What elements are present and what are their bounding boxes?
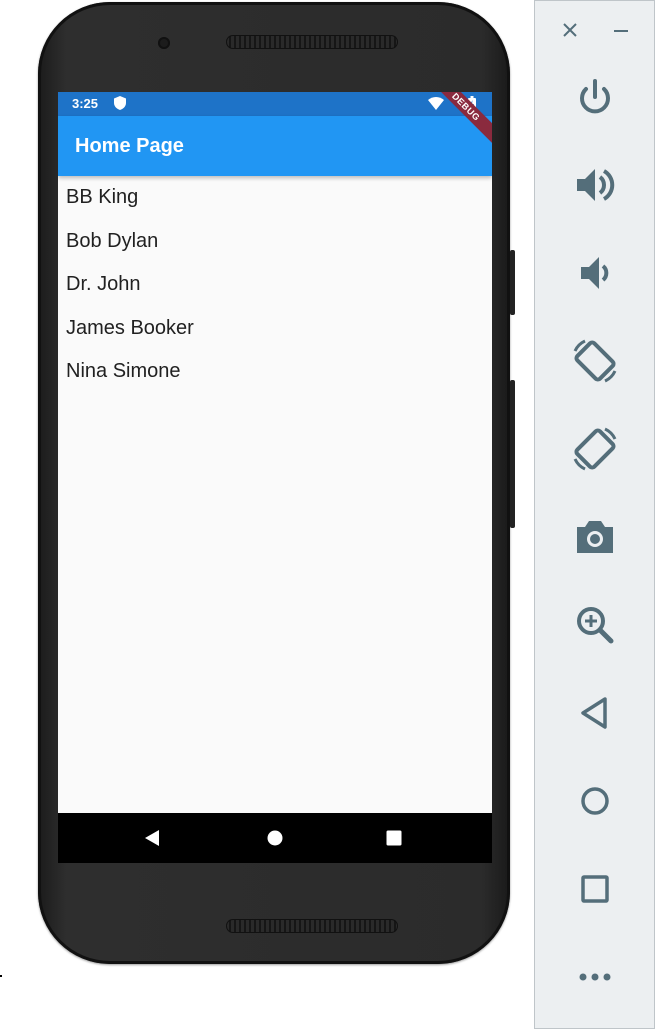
- list-item[interactable]: Dr. John: [58, 263, 492, 307]
- front-camera: [158, 37, 170, 49]
- rotate-left-icon[interactable]: [571, 337, 619, 385]
- stray-mark: [0, 975, 2, 977]
- page-title: Home Page: [75, 135, 184, 157]
- shield-icon: [114, 96, 126, 115]
- more-icon[interactable]: [571, 953, 619, 1001]
- nav-back-icon[interactable]: [144, 829, 160, 852]
- phone-power-key: [510, 250, 515, 315]
- back-icon[interactable]: [571, 689, 619, 737]
- top-speaker-grille: [226, 35, 398, 49]
- status-time: 3:25: [72, 96, 99, 111]
- artist-list: BB King Bob Dylan Dr. John James Booker …: [58, 176, 492, 394]
- home-icon[interactable]: [571, 777, 619, 825]
- camera-icon[interactable]: [571, 513, 619, 561]
- list-item[interactable]: Bob Dylan: [58, 220, 492, 264]
- navigation-bar: [58, 813, 492, 863]
- nav-home-icon[interactable]: [267, 829, 283, 852]
- rotate-right-icon[interactable]: [571, 425, 619, 473]
- app-bar: Home Page: [58, 116, 492, 176]
- app-screen: 3:25 Home Page DEBUG BB King Bob Dylan D…: [58, 92, 492, 863]
- volume-down-icon[interactable]: [571, 249, 619, 297]
- close-icon[interactable]: [562, 22, 578, 43]
- wifi-icon: [428, 97, 444, 115]
- minimize-icon[interactable]: [614, 30, 628, 32]
- power-icon[interactable]: [571, 73, 619, 121]
- list-item[interactable]: BB King: [58, 176, 492, 220]
- volume-up-icon[interactable]: [571, 161, 619, 209]
- bottom-speaker-grille: [226, 919, 398, 933]
- status-bar: 3:25: [58, 92, 492, 116]
- list-item[interactable]: James Booker: [58, 307, 492, 351]
- zoom-icon[interactable]: [571, 601, 619, 649]
- emulator-toolbar: [534, 0, 655, 1029]
- nav-overview-icon[interactable]: [386, 829, 402, 852]
- list-item[interactable]: Nina Simone: [58, 350, 492, 394]
- overview-icon[interactable]: [571, 865, 619, 913]
- phone-volume-key: [510, 380, 515, 528]
